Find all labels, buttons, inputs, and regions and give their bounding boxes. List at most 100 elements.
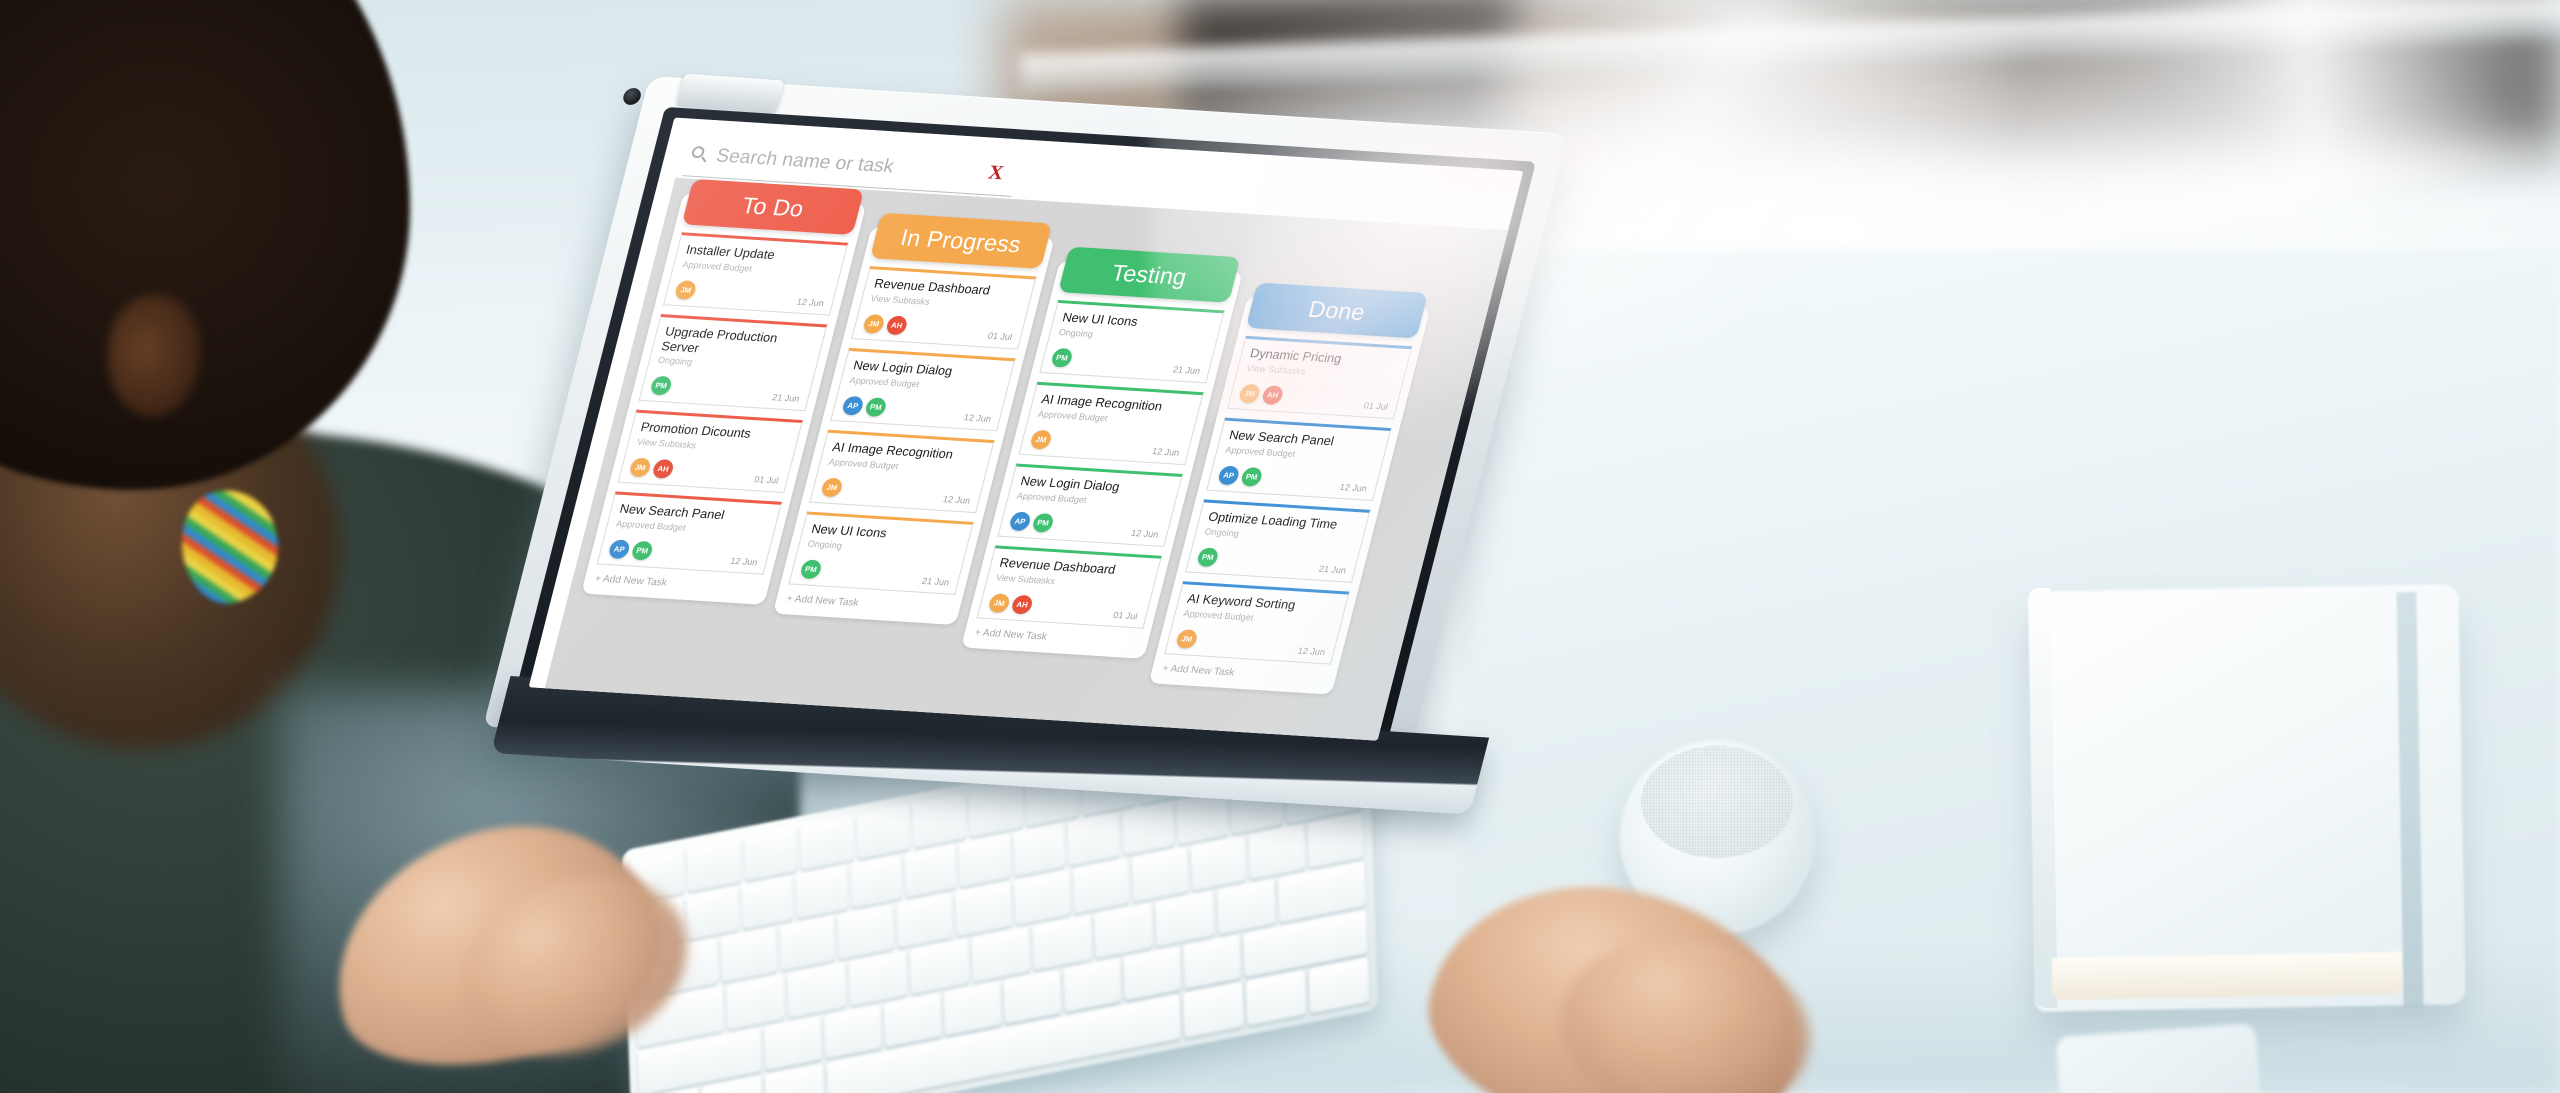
task-card[interactable]: New UI Icons Ongoing PM 21 Jun [1039, 299, 1225, 384]
task-card[interactable]: Optimize Loading Time Ongoing PM 21 Jun [1185, 499, 1371, 583]
search-input[interactable]: Search name or task [714, 145, 984, 183]
assignee-avatars: AP PM [1216, 465, 1264, 487]
altgr-key[interactable] [1183, 982, 1244, 1038]
avatar[interactable]: AP [1008, 511, 1033, 531]
key[interactable] [1190, 835, 1247, 891]
add-new-task-link[interactable]: + Add New Task [785, 593, 953, 614]
avatar[interactable]: JM [1029, 429, 1054, 450]
key[interactable] [904, 843, 957, 898]
key[interactable] [1183, 934, 1241, 990]
key[interactable] [1014, 870, 1071, 925]
task-card[interactable]: New Login Dialog Approved Budget AP PM 12 Ju… [830, 347, 1016, 432]
search-icon [689, 145, 710, 164]
key[interactable] [787, 962, 847, 1018]
key[interactable] [1003, 968, 1062, 1025]
column-header-todo[interactable]: To Do [681, 178, 865, 235]
avatar[interactable]: AP [841, 395, 865, 416]
key[interactable] [1249, 824, 1306, 880]
column-header-done[interactable]: Done [1245, 282, 1429, 339]
key[interactable] [1216, 878, 1276, 935]
task-card[interactable]: Dynamic Pricing View Subtasks JM AH 01 Jul [1227, 335, 1413, 420]
key[interactable] [1013, 822, 1066, 877]
arrow-key[interactable] [1246, 969, 1307, 1026]
avatar[interactable]: JM [1237, 383, 1262, 404]
task-card[interactable]: Revenue Dashboard View Subtasks JM AH 01 Jul [976, 545, 1162, 629]
task-card[interactable]: AI Keyword Sorting Approved Budget JM 12 Ju… [1164, 581, 1350, 665]
avatar[interactable]: AP [1216, 465, 1241, 485]
key[interactable] [743, 826, 798, 881]
key[interactable] [1131, 847, 1188, 903]
avatar[interactable]: PM [1050, 347, 1074, 368]
task-card[interactable]: Upgrade Production Server Ongoing PM 21 Jun [638, 314, 828, 412]
avatar[interactable]: PM [630, 540, 655, 561]
key[interactable] [1063, 957, 1121, 1013]
avatar[interactable]: AH [1260, 384, 1285, 405]
key[interactable] [1072, 858, 1130, 914]
key[interactable] [848, 950, 908, 1006]
key[interactable] [910, 938, 969, 994]
key[interactable] [720, 927, 777, 983]
column-header-testing[interactable]: Testing [1058, 246, 1241, 303]
key[interactable] [799, 815, 854, 870]
key[interactable] [686, 885, 739, 940]
key[interactable] [955, 881, 1012, 937]
avatar[interactable]: JM [628, 457, 653, 478]
key[interactable] [687, 836, 742, 892]
avatar[interactable]: PM [1031, 512, 1056, 533]
avatar[interactable]: AH [651, 458, 676, 479]
key[interactable] [1032, 914, 1092, 970]
key[interactable] [1123, 945, 1181, 1001]
key[interactable] [725, 974, 785, 1030]
key[interactable] [856, 804, 911, 859]
add-new-task-link[interactable]: + Add New Task [594, 574, 762, 595]
task-card[interactable]: New Search Panel Approved Budget AP PM 12 Ju… [596, 491, 783, 576]
key[interactable] [779, 915, 836, 971]
task-card[interactable]: AI Image Recognition Approved Budget JM 12 … [1018, 381, 1204, 466]
avatar[interactable]: PM [649, 375, 674, 396]
task-due-date: 12 Jun [941, 493, 972, 506]
task-due-date: 12 Jun [795, 296, 826, 308]
key[interactable] [837, 904, 895, 960]
avatar[interactable]: PM [864, 396, 888, 417]
avatar[interactable]: PM [799, 558, 823, 579]
task-card[interactable]: AI Image Recognition Approved Budget JM 12 … [809, 429, 995, 514]
add-new-task-link[interactable]: + Add New Task [1161, 663, 1329, 684]
column-header-inprogress[interactable]: In Progress [869, 212, 1053, 269]
key[interactable] [824, 1003, 882, 1059]
key[interactable] [884, 992, 942, 1048]
avatar[interactable]: JM [673, 279, 698, 300]
add-new-task-link[interactable]: + Add New Task [973, 627, 1141, 648]
avatar[interactable]: JM [820, 477, 844, 498]
avatar[interactable]: PM [1196, 546, 1220, 567]
key[interactable] [1155, 890, 1215, 947]
key[interactable] [850, 854, 903, 909]
clear-search-button[interactable]: X [986, 162, 1020, 186]
task-card[interactable]: Installer Update Approved Budget JM 12 Jun [663, 232, 849, 316]
task-card[interactable]: Revenue Dashboard View Subtasks JM AH 01 Jul [851, 266, 1037, 350]
avatar[interactable]: AP [607, 539, 632, 559]
task-card[interactable]: New Login Dialog Approved Budget AP PM 12 Ju… [997, 463, 1183, 547]
webcam [621, 87, 643, 106]
key[interactable] [943, 980, 1002, 1036]
arrow-key[interactable] [1308, 957, 1370, 1014]
task-card[interactable]: Promotion Dicounts View Subtasks JM AH 01 Ju… [617, 409, 803, 494]
avatar[interactable]: JM [862, 313, 886, 334]
key[interactable] [1067, 811, 1120, 866]
avatar[interactable]: PM [1239, 466, 1264, 487]
key[interactable] [741, 875, 794, 930]
key[interactable] [764, 1015, 822, 1071]
avatar[interactable]: JM [987, 592, 1012, 613]
task-card[interactable]: New UI Icons Ongoing PM 21 Jun [788, 511, 974, 595]
key[interactable] [971, 926, 1031, 982]
key[interactable] [958, 833, 1011, 888]
avatar[interactable]: AH [1010, 594, 1035, 615]
key[interactable] [1094, 902, 1154, 958]
avatar[interactable]: JM [1175, 628, 1199, 649]
task-meta-row: JM 12 Jun [820, 477, 974, 505]
task-due-date: 01 Jul [986, 330, 1014, 342]
avatar[interactable]: AH [885, 315, 909, 335]
assignee-avatars: JM [673, 279, 698, 300]
task-card[interactable]: New Search Panel Approved Budget AP PM 12 Ju… [1206, 417, 1392, 502]
key[interactable] [896, 892, 953, 948]
key[interactable] [795, 864, 848, 919]
